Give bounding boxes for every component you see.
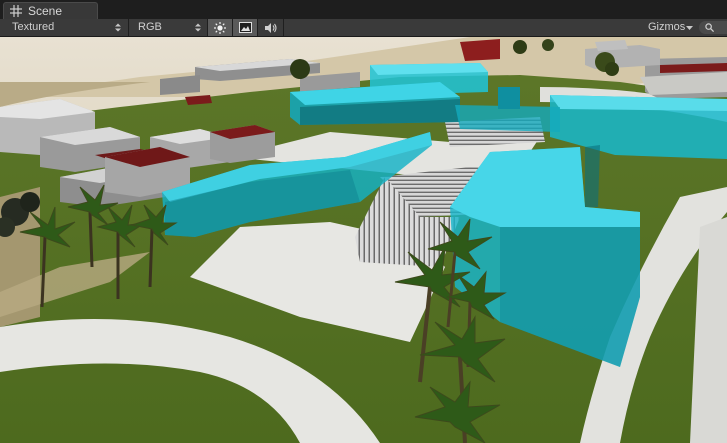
render-mode-dropdown[interactable]: Textured	[12, 19, 124, 36]
updown-arrow-icon	[115, 23, 121, 32]
tab-label: Scene	[28, 4, 63, 18]
image-toggle-button[interactable]	[233, 19, 257, 36]
image-icon	[239, 22, 252, 33]
chevron-down-icon	[686, 26, 693, 30]
tab-bar: Scene	[0, 0, 727, 19]
search-icon	[705, 23, 714, 32]
scene-toolbar: Textured RGB Gizmos	[0, 19, 727, 37]
scene-render	[0, 37, 727, 443]
lighting-toggle-button[interactable]	[208, 19, 232, 36]
speaker-icon	[265, 23, 277, 33]
scene-viewport[interactable]	[0, 37, 727, 443]
grid-icon	[10, 5, 22, 17]
audio-toggle-button[interactable]	[258, 19, 282, 36]
search-input[interactable]	[699, 21, 727, 34]
scene-window: Scene Textured RGB Gizmos	[0, 0, 727, 443]
render-mode-label: Textured	[12, 21, 55, 33]
gizmos-label: Gizmos	[648, 21, 686, 33]
gizmos-dropdown[interactable]: Gizmos	[640, 19, 696, 36]
updown-arrow-icon	[195, 23, 201, 32]
toolbar-divider	[283, 19, 284, 36]
toolbar-divider	[128, 19, 129, 36]
tab-scene[interactable]: Scene	[3, 2, 98, 19]
sun-icon	[214, 22, 226, 34]
color-mode-dropdown[interactable]: RGB	[138, 19, 204, 36]
color-mode-label: RGB	[138, 21, 162, 33]
